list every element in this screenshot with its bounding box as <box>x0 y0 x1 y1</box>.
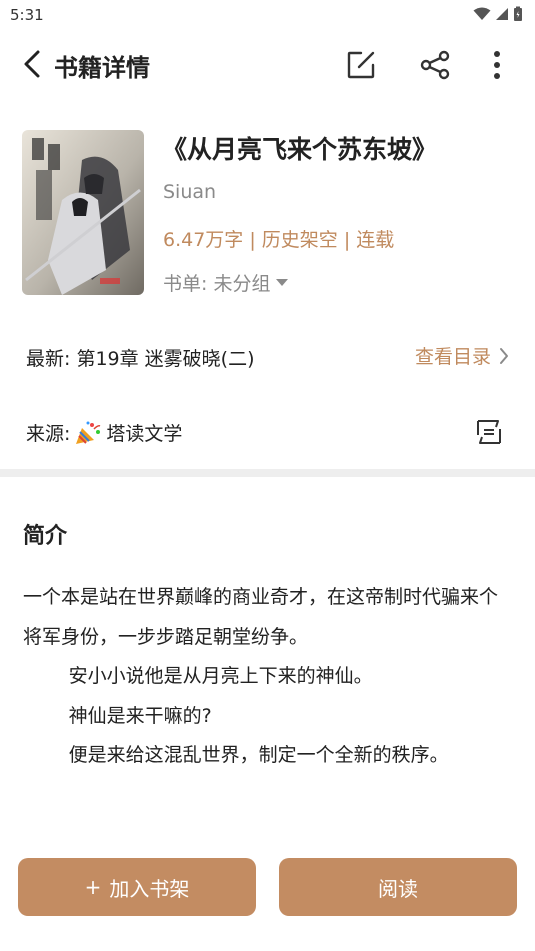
shelf-selector[interactable]: 书单: 未分组 <box>163 269 289 296</box>
more-options-button[interactable] <box>482 46 512 84</box>
status-time: 5:31 <box>10 6 44 24</box>
view-toc-link[interactable]: 查看目录 <box>415 342 509 369</box>
app-bar: 书籍详情 <box>0 30 535 100</box>
plus-icon: + <box>84 875 102 899</box>
view-toc-label: 查看目录 <box>414 346 491 368</box>
intro-body: 一个本是站在世界巅峰的商业奇才，在这帝制时代骗来个将军身份，一步步踏足朝堂纷争。… <box>23 578 513 776</box>
intro-paragraph: 神仙是来干嘛的? <box>68 704 212 727</box>
intro-paragraph: 便是来给这混乱世界，制定一个全新的秩序。 <box>68 744 449 766</box>
source-info: 来源: 塔读文学 <box>26 419 182 446</box>
share-icon <box>420 50 450 80</box>
shelf-label: 书单: 未分组 <box>163 273 271 295</box>
wifi-icon <box>473 7 491 20</box>
status-bar: 5:31 <box>0 0 535 30</box>
party-popper-icon <box>76 421 101 444</box>
book-cover[interactable] <box>22 130 144 295</box>
switch-source-button[interactable] <box>472 415 506 449</box>
share-button[interactable] <box>416 46 454 84</box>
more-vertical-icon <box>494 51 500 79</box>
read-button[interactable]: 阅读 <box>279 858 517 916</box>
section-divider <box>0 469 535 477</box>
latest-chapter: 最新: 第19章 迷雾破晓(二) <box>26 348 255 370</box>
caret-down-icon <box>276 278 289 286</box>
back-button[interactable] <box>14 46 50 82</box>
intro-heading: 简介 <box>23 524 68 549</box>
battery-icon <box>514 6 522 21</box>
chevron-right-icon <box>500 347 508 364</box>
switch-source-icon <box>477 420 501 444</box>
book-author[interactable]: Siuan <box>163 181 216 203</box>
edit-button[interactable] <box>342 46 380 84</box>
book-title: 《从月亮飞来个苏东坡》 <box>162 135 438 164</box>
book-meta: 6.47万字 | 历史架空 | 连载 <box>163 229 395 251</box>
status-icons <box>473 6 523 22</box>
book-cover-image <box>22 130 144 295</box>
source-row: 来源: 塔读文学 <box>0 410 535 452</box>
signal-icon <box>496 8 508 20</box>
intro-paragraph: 一个本是站在世界巅峰的商业奇才，在这帝制时代骗来个将军身份，一步步踏足朝堂纷争。 <box>23 586 499 648</box>
intro-paragraph: 安小小说他是从月亮上下来的神仙。 <box>68 665 373 687</box>
page-title: 书籍详情 <box>54 54 150 82</box>
latest-chapter-row[interactable]: 最新: 第19章 迷雾破晓(二) 查看目录 <box>0 336 535 378</box>
source-prefix: 来源: <box>26 423 71 445</box>
source-name: 塔读文学 <box>106 423 183 445</box>
chevron-left-icon <box>24 50 40 78</box>
add-to-shelf-button[interactable]: + 加入书架 <box>18 858 256 916</box>
edit-icon <box>347 51 375 79</box>
read-label: 阅读 <box>378 876 418 901</box>
add-to-shelf-label: 加入书架 <box>109 876 190 901</box>
